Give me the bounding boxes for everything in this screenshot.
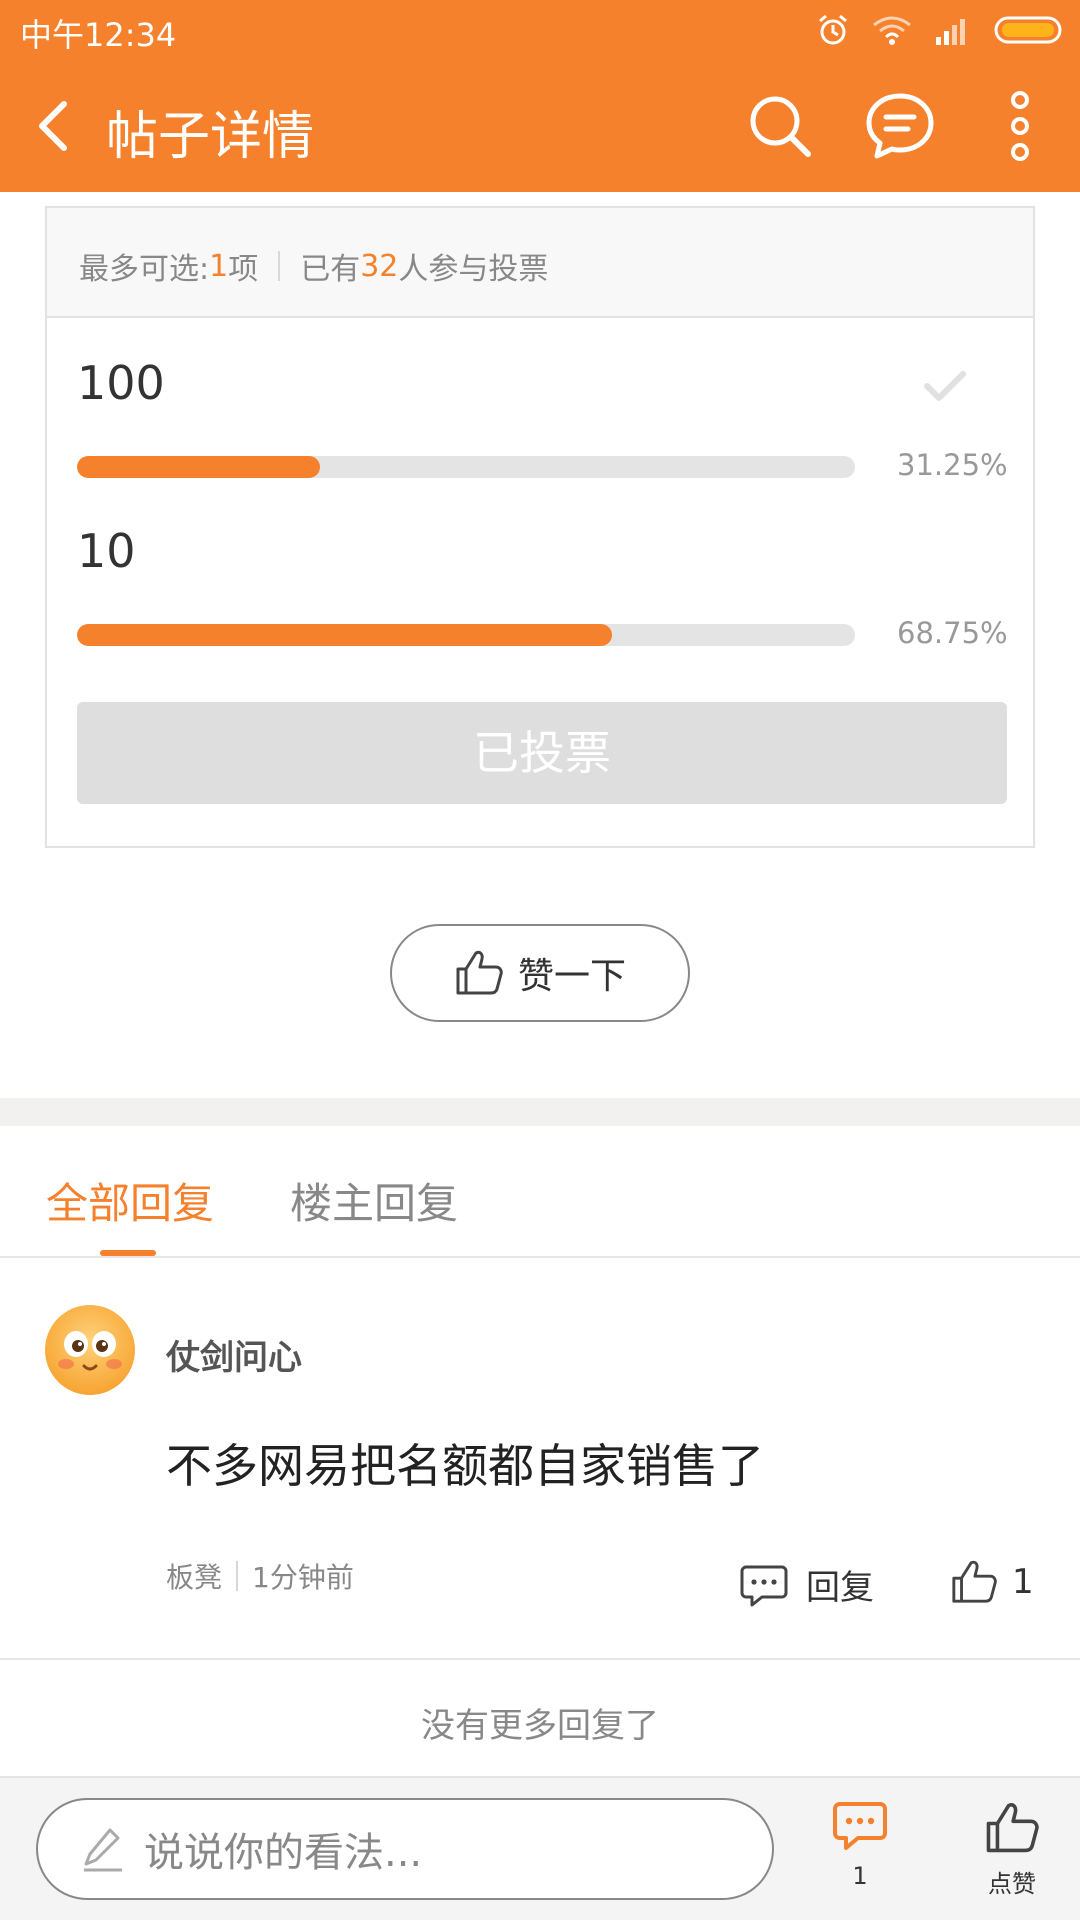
comment-icon bbox=[740, 1565, 788, 1606]
app-bar: 帖子详情 bbox=[0, 60, 1080, 192]
participants-suffix: 人参与投票 bbox=[398, 252, 549, 287]
back-button[interactable] bbox=[30, 96, 80, 156]
wifi-icon bbox=[873, 16, 911, 45]
reply-meta-divider bbox=[236, 1561, 239, 1591]
tab-host-replies[interactable]: 楼主回复 bbox=[290, 1170, 458, 1231]
comment-input-placeholder: 说说你的看法... bbox=[144, 1830, 423, 1876]
participants-count: 32 bbox=[360, 248, 399, 284]
poll-info-divider bbox=[278, 251, 281, 281]
poll-option-percent: 68.75% bbox=[897, 616, 1008, 650]
poll-header: 最多可选: 1 项 已有 32 人参与投票 bbox=[47, 208, 1033, 318]
back-arrow-icon bbox=[39, 101, 67, 151]
search-icon bbox=[750, 96, 811, 157]
search-button[interactable] bbox=[744, 90, 816, 162]
message-button[interactable] bbox=[864, 90, 936, 162]
section-divider bbox=[0, 1098, 1080, 1126]
comments-button[interactable]: 1 bbox=[832, 1800, 888, 1890]
reply-button-label: 回复 bbox=[806, 1568, 874, 1608]
comment-bubble-icon bbox=[833, 1802, 887, 1850]
comment-input[interactable]: 说说你的看法... bbox=[36, 1798, 774, 1900]
reply-username[interactable]: 仗剑问心 bbox=[166, 1330, 302, 1379]
comments-count: 1 bbox=[852, 1862, 868, 1890]
signal-icon bbox=[936, 19, 965, 45]
status-time: 中午12:34 bbox=[20, 16, 177, 54]
reply-like-button[interactable]: 1 bbox=[950, 1558, 1034, 1606]
poll-option-progress bbox=[77, 624, 855, 646]
poll-info: 最多可选: 1 项 已有 32 人参与投票 bbox=[79, 244, 548, 288]
reply-time: 1分钟前 bbox=[252, 1561, 354, 1594]
reply-floor: 板凳 bbox=[166, 1561, 223, 1594]
avatar[interactable] bbox=[44, 1304, 136, 1396]
poll-option-label[interactable]: 100 bbox=[77, 356, 165, 410]
poll-option-progress-fill bbox=[77, 456, 321, 478]
voted-button[interactable]: 已投票 bbox=[77, 702, 1007, 804]
pencil-icon bbox=[84, 1828, 122, 1872]
no-more-replies: 没有更多回复了 bbox=[421, 1706, 659, 1746]
tab-active-indicator bbox=[100, 1250, 156, 1256]
like-post-button[interactable]: 赞一下 bbox=[390, 924, 690, 1022]
poll-option-progress-fill bbox=[77, 624, 612, 646]
reply-tabs: 全部回复 楼主回复 bbox=[0, 1126, 1080, 1258]
reply-meta: 板凳 1分钟前 bbox=[166, 1556, 354, 1596]
reply-button[interactable]: 回复 bbox=[740, 1560, 874, 1609]
status-bar: 中午12:34 bbox=[0, 0, 1080, 60]
thumbs-up-icon bbox=[952, 1560, 997, 1603]
page-title: 帖子详情 bbox=[106, 107, 315, 167]
reply-text: 不多网易把名额都自家销售了 bbox=[166, 1439, 764, 1493]
status-icons bbox=[816, 12, 1066, 48]
tab-all-replies[interactable]: 全部回复 bbox=[46, 1170, 214, 1231]
check-icon bbox=[924, 371, 966, 401]
max-choices-unit: 项 bbox=[228, 252, 259, 287]
thumbs-up-icon bbox=[986, 1803, 1039, 1853]
like-post-label: 赞一下 bbox=[517, 956, 626, 997]
bottom-bar: 说说你的看法... 1 点赞 bbox=[0, 1776, 1080, 1920]
message-icon bbox=[866, 93, 934, 159]
thumbs-up-icon bbox=[456, 950, 503, 995]
poll-option-progress bbox=[77, 456, 855, 478]
more-vertical-icon bbox=[1011, 91, 1029, 161]
poll-option-label[interactable]: 10 bbox=[77, 524, 136, 578]
like-button-label: 点赞 bbox=[988, 1870, 1036, 1898]
battery-icon bbox=[994, 16, 1062, 44]
poll-card: 最多可选: 1 项 已有 32 人参与投票 100 31.25% 10 68.7… bbox=[45, 206, 1035, 848]
max-choices-count: 1 bbox=[209, 248, 229, 284]
participants-prefix: 已有 bbox=[300, 252, 361, 287]
max-choices-prefix: 最多可选: bbox=[79, 252, 210, 287]
like-button[interactable]: 点赞 bbox=[984, 1800, 1040, 1899]
reply-item: 仗剑问心 不多网易把名额都自家销售了 板凳 1分钟前 回复 1 bbox=[0, 1260, 1080, 1660]
more-options-button[interactable] bbox=[1000, 90, 1040, 162]
reply-like-count: 1 bbox=[1012, 1562, 1034, 1602]
alarm-icon bbox=[819, 14, 847, 45]
poll-option-percent: 31.25% bbox=[897, 448, 1008, 482]
